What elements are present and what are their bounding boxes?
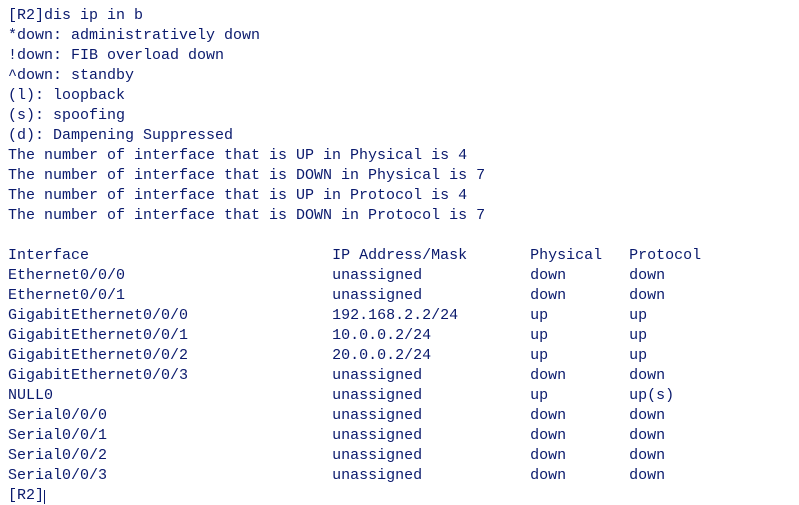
cell-interface: GigabitEthernet0/0/0 <box>8 307 332 324</box>
cell-physical: up <box>530 307 629 324</box>
cell-physical: up <box>530 347 629 364</box>
cell-physical: down <box>530 267 629 284</box>
cell-ip: unassigned <box>332 467 530 484</box>
cell-ip: unassigned <box>332 287 530 304</box>
cell-protocol: up <box>629 327 647 344</box>
col-header-ip: IP Address/Mask <box>332 247 530 264</box>
table-row: Ethernet0/0/0 unassigned down down <box>8 267 665 284</box>
legend-line-2: ^down: standby <box>8 67 134 84</box>
cli-prompt[interactable]: [R2] <box>8 7 44 24</box>
cell-physical: up <box>530 387 629 404</box>
cell-ip: unassigned <box>332 387 530 404</box>
legend-line-5: (d): Dampening Suppressed <box>8 127 233 144</box>
table-row: GigabitEthernet0/0/2 20.0.0.2/24 up up <box>8 347 647 364</box>
col-header-interface: Interface <box>8 247 332 264</box>
count-line-0: The number of interface that is UP in Ph… <box>8 147 467 164</box>
cell-interface: Serial0/0/2 <box>8 447 332 464</box>
table-row: Serial0/0/2 unassigned down down <box>8 447 665 464</box>
count-line-1: The number of interface that is DOWN in … <box>8 167 485 184</box>
cell-interface: Serial0/0/1 <box>8 427 332 444</box>
cell-interface: Ethernet0/0/0 <box>8 267 332 284</box>
cursor-icon <box>44 490 45 504</box>
cell-ip: 192.168.2.2/24 <box>332 307 530 324</box>
table-header-row: Interface IP Address/Mask Physical Proto… <box>8 247 701 264</box>
cell-ip: unassigned <box>332 407 530 424</box>
legend-line-4: (s): spoofing <box>8 107 125 124</box>
cli-prompt[interactable]: [R2] <box>8 487 44 504</box>
table-row: GigabitEthernet0/0/1 10.0.0.2/24 up up <box>8 327 647 344</box>
table-row: GigabitEthernet0/0/3 unassigned down dow… <box>8 367 665 384</box>
table-row: Ethernet0/0/1 unassigned down down <box>8 287 665 304</box>
cli-command: dis ip in b <box>44 7 143 24</box>
cell-physical: down <box>530 427 629 444</box>
cell-physical: down <box>530 407 629 424</box>
table-row: GigabitEthernet0/0/0 192.168.2.2/24 up u… <box>8 307 647 324</box>
cell-interface: Ethernet0/0/1 <box>8 287 332 304</box>
cell-interface: GigabitEthernet0/0/1 <box>8 327 332 344</box>
cell-protocol: down <box>629 287 665 304</box>
cell-protocol: down <box>629 467 665 484</box>
cell-ip: unassigned <box>332 267 530 284</box>
cell-physical: down <box>530 287 629 304</box>
col-header-physical: Physical <box>530 247 629 264</box>
cell-protocol: up <box>629 307 647 324</box>
cell-physical: up <box>530 327 629 344</box>
legend-line-1: !down: FIB overload down <box>8 47 224 64</box>
table-row: Serial0/0/3 unassigned down down <box>8 467 665 484</box>
cell-ip: unassigned <box>332 427 530 444</box>
cell-interface: GigabitEthernet0/0/2 <box>8 347 332 364</box>
cell-protocol: down <box>629 367 665 384</box>
cell-ip: 20.0.0.2/24 <box>332 347 530 364</box>
cell-protocol: down <box>629 447 665 464</box>
cell-ip: unassigned <box>332 367 530 384</box>
count-line-3: The number of interface that is DOWN in … <box>8 207 485 224</box>
cell-ip: unassigned <box>332 447 530 464</box>
cell-protocol: down <box>629 407 665 424</box>
cell-protocol: down <box>629 267 665 284</box>
cell-protocol: down <box>629 427 665 444</box>
table-row: Serial0/0/0 unassigned down down <box>8 407 665 424</box>
table-row: Serial0/0/1 unassigned down down <box>8 427 665 444</box>
terminal-output[interactable]: [R2]dis ip in b *down: administratively … <box>0 0 799 505</box>
cell-physical: down <box>530 447 629 464</box>
count-line-2: The number of interface that is UP in Pr… <box>8 187 467 204</box>
table-row: NULL0 unassigned up up(s) <box>8 387 674 404</box>
legend-line-0: *down: administratively down <box>8 27 260 44</box>
cell-interface: GigabitEthernet0/0/3 <box>8 367 332 384</box>
cell-physical: down <box>530 367 629 384</box>
cell-interface: NULL0 <box>8 387 332 404</box>
col-header-protocol: Protocol <box>629 247 701 264</box>
cell-interface: Serial0/0/3 <box>8 467 332 484</box>
legend-line-3: (l): loopback <box>8 87 125 104</box>
cell-ip: 10.0.0.2/24 <box>332 327 530 344</box>
cell-interface: Serial0/0/0 <box>8 407 332 424</box>
cell-protocol: up(s) <box>629 387 674 404</box>
cell-protocol: up <box>629 347 647 364</box>
cell-physical: down <box>530 467 629 484</box>
